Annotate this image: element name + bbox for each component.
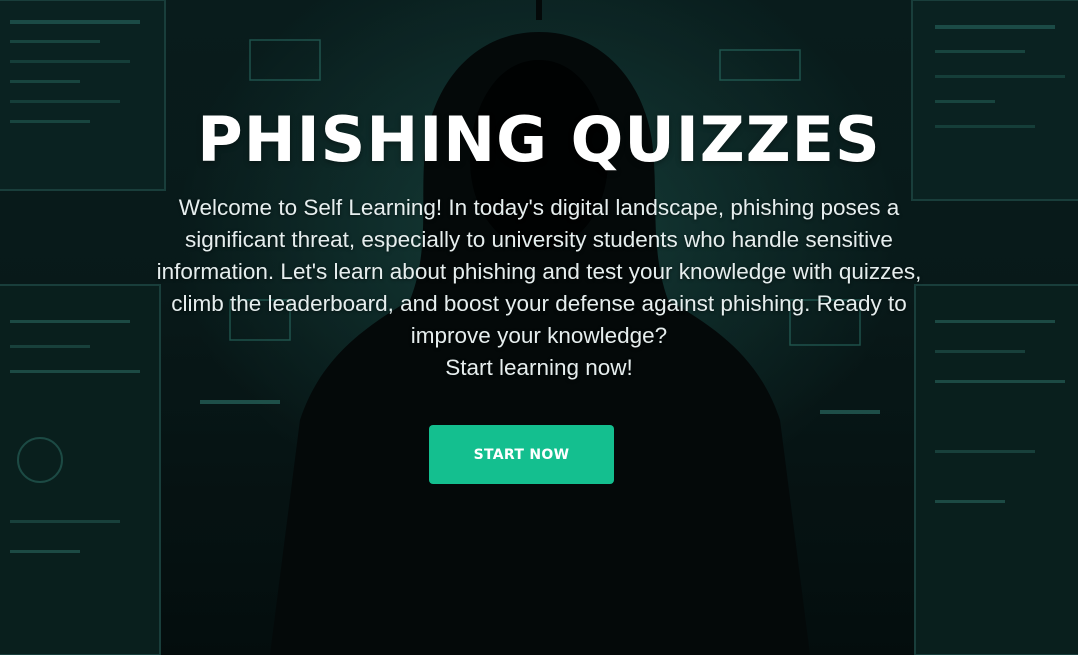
intro-text: Welcome to Self Learning! In today's dig… (156, 195, 922, 348)
start-now-button[interactable]: START NOW (429, 425, 614, 484)
cta-text: Start learning now! (445, 355, 633, 380)
hero-section: PHISHING QUIZZES Welcome to Self Learnin… (0, 0, 1078, 655)
intro-description: Welcome to Self Learning! In today's dig… (140, 192, 938, 384)
page-title: PHISHING QUIZZES (197, 103, 881, 176)
